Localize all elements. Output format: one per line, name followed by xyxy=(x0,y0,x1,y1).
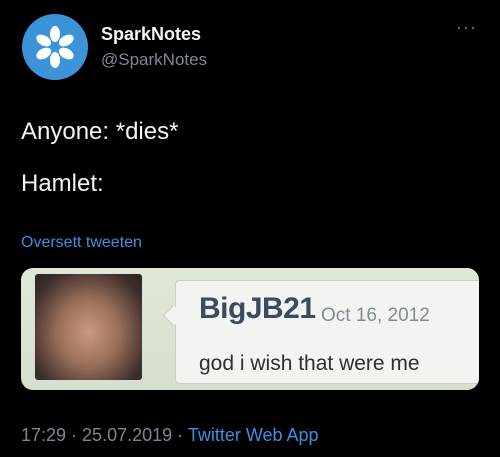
quoted-date: Oct 16, 2012 xyxy=(321,305,430,326)
tweet-time[interactable]: 17:29 xyxy=(21,425,66,445)
display-name[interactable]: SparkNotes xyxy=(101,24,201,45)
quoted-username: BigJB21 xyxy=(199,292,316,325)
quoted-text: god i wish that were me xyxy=(199,352,420,375)
tweet-text-line-1: Anyone: *dies* xyxy=(21,118,179,145)
more-options-icon[interactable]: ··· xyxy=(456,18,477,36)
separator: · xyxy=(172,425,188,445)
sparknotes-logo-icon xyxy=(36,26,74,68)
tweet-text-line-2: Hamlet: xyxy=(21,170,104,197)
quoted-image-card[interactable]: BigJB21 Oct 16, 2012 god i wish that wer… xyxy=(21,268,479,390)
translate-tweet-link[interactable]: Oversett tweeten xyxy=(21,234,142,252)
source-app-link[interactable]: Twitter Web App xyxy=(188,425,319,445)
tweet-date[interactable]: 25.07.2019 xyxy=(82,425,172,445)
avatar[interactable] xyxy=(22,14,88,80)
quoted-profile-photo xyxy=(35,274,142,380)
tweet-metadata: 17:29 · 25.07.2019 · Twitter Web App xyxy=(21,425,319,446)
separator: · xyxy=(66,425,83,445)
user-handle[interactable]: @SparkNotes xyxy=(101,50,207,70)
